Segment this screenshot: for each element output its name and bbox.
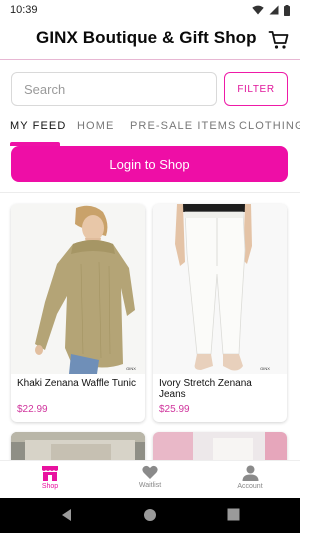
- product-card[interactable]: GINX Khaki Zenana Waffle Tunic $22.99: [11, 204, 145, 422]
- tab-pre-sale-items[interactable]: PRE-SALE ITEMS: [130, 120, 236, 132]
- search-input[interactable]: [12, 73, 216, 105]
- product-image: GINX: [153, 204, 287, 374]
- product-name: Ivory Stretch Zenana Jeans: [159, 378, 252, 400]
- tab-clothing[interactable]: CLOTHING: [239, 120, 300, 132]
- tab-home[interactable]: HOME: [77, 120, 114, 132]
- feed-divider: [0, 192, 300, 193]
- product-price: $25.99: [159, 404, 190, 415]
- nav-waitlist-label: Waitlist: [138, 482, 162, 489]
- recents-icon[interactable]: [227, 508, 240, 521]
- signal-icon: [269, 5, 279, 15]
- product-price: $22.99: [17, 404, 48, 415]
- battery-icon: [284, 4, 290, 16]
- filter-button[interactable]: FILTER: [224, 72, 288, 106]
- app-header: GINX Boutique & Gift Shop: [0, 20, 300, 60]
- cart-icon: [268, 31, 289, 49]
- nav-account[interactable]: Account: [220, 465, 280, 490]
- product-card[interactable]: GINX Ivory Stretch Zenana Jeans $25.99: [153, 204, 287, 422]
- status-time: 10:39: [10, 4, 38, 16]
- login-to-shop-button[interactable]: Login to Shop: [11, 146, 288, 182]
- search-box: [11, 72, 217, 106]
- wifi-icon: [252, 5, 264, 15]
- system-navigation-bar: [0, 498, 300, 533]
- account-icon: [242, 465, 258, 481]
- svg-text:GINX: GINX: [260, 366, 270, 371]
- tunic-photo: GINX: [11, 204, 145, 374]
- nav-account-label: Account: [237, 483, 263, 490]
- cart-button[interactable]: [268, 29, 290, 51]
- jeans-photo: GINX: [153, 204, 287, 374]
- nav-shop[interactable]: Shop: [20, 465, 80, 490]
- nav-shop-label: Shop: [41, 483, 59, 490]
- heart-icon: [142, 465, 158, 479]
- shop-icon: [42, 466, 58, 481]
- status-bar: 10:39: [0, 0, 300, 20]
- shop-title: GINX Boutique & Gift Shop: [36, 28, 257, 47]
- nav-waitlist[interactable]: Waitlist: [120, 465, 180, 489]
- status-icons: [252, 4, 290, 16]
- product-name: Khaki Zenana Waffle Tunic: [17, 378, 136, 389]
- svg-text:GINX: GINX: [126, 366, 136, 371]
- home-icon[interactable]: [143, 508, 157, 522]
- tab-my-feed[interactable]: MY FEED: [10, 120, 66, 132]
- category-tabs: MY FEED HOME PRE-SALE ITEMS CLOTHING: [0, 116, 300, 138]
- bottom-tab-bar: Shop Waitlist Account: [0, 460, 300, 498]
- product-image: GINX: [11, 204, 145, 374]
- back-icon[interactable]: [60, 508, 74, 522]
